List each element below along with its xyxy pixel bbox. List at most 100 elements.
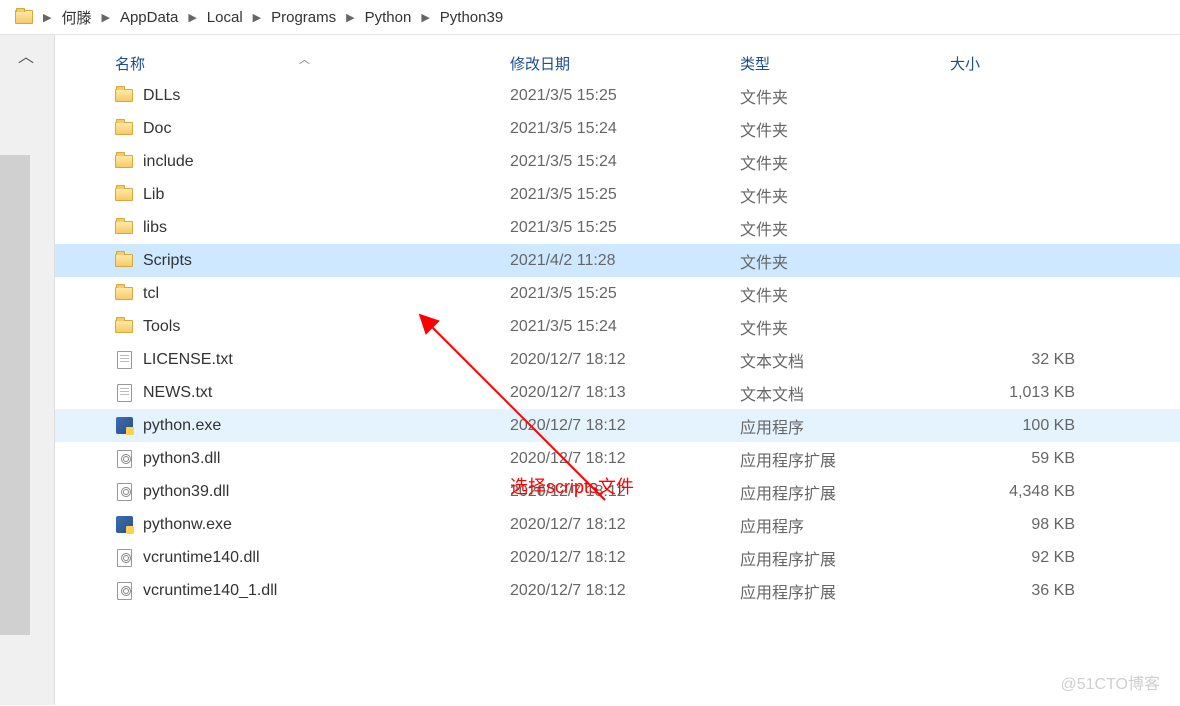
header-type[interactable]: 类型: [740, 53, 950, 74]
file-date: 2021/3/5 15:25: [510, 87, 740, 105]
file-row[interactable]: vcruntime140_1.dll 2020/12/7 18:12应用程序扩展3…: [55, 574, 1180, 607]
file-size: 32 KB: [950, 351, 1075, 369]
folder-icon: [115, 285, 133, 303]
file-type: 文件夹: [740, 216, 950, 240]
address-bar[interactable]: ▶ 何滕▶AppData▶Local▶Programs▶Python▶Pytho…: [0, 0, 1180, 35]
file-date: 2021/3/5 15:25: [510, 219, 740, 237]
file-size: 1,013 KB: [950, 384, 1075, 402]
file-date: 2020/12/7 18:12: [510, 483, 740, 501]
breadcrumb-local[interactable]: Local: [203, 0, 247, 34]
file-name: python3.dll: [143, 450, 220, 468]
file-type: 文件夹: [740, 249, 950, 273]
file-name: vcruntime140.dll: [143, 549, 260, 567]
file-date: 2020/12/7 18:12: [510, 450, 740, 468]
file-size: 36 KB: [950, 582, 1075, 600]
file-row[interactable]: libs2021/3/5 15:25文件夹: [55, 211, 1180, 244]
file-row[interactable]: Lib 2021/3/5 15:25文件夹: [55, 178, 1180, 211]
file-name: Tools: [143, 318, 180, 336]
dll-icon: [115, 483, 133, 501]
file-name: vcruntime140_1.dll: [143, 582, 277, 600]
breadcrumb-appdata[interactable]: AppData: [116, 0, 182, 34]
file-row[interactable]: Tools2021/3/5 15:24文件夹: [55, 310, 1180, 343]
file-date: 2020/12/7 18:12: [510, 549, 740, 567]
file-size: 100 KB: [950, 417, 1075, 435]
scroll-up-icon[interactable]: ︿: [18, 43, 34, 67]
chevron-right-icon[interactable]: ▶: [37, 11, 57, 24]
scroll-track-dark: [0, 155, 30, 635]
file-pane: 名称 ︿ 修改日期 类型 大小 DLLs2021/3/5 15:25文件夹Doc…: [55, 35, 1180, 705]
file-row[interactable]: include2021/3/5 15:24文件夹: [55, 145, 1180, 178]
file-name: python39.dll: [143, 483, 229, 501]
file-row[interactable]: NEWS.txt 2020/12/7 18:13文本文档1,013 KB: [55, 376, 1180, 409]
breadcrumb-programs[interactable]: Programs: [267, 0, 340, 34]
file-name: tcl: [143, 285, 159, 303]
file-name: LICENSE.txt: [143, 351, 233, 369]
file-row[interactable]: DLLs2021/3/5 15:25文件夹: [55, 79, 1180, 112]
file-date: 2020/12/7 18:13: [510, 384, 740, 402]
file-date: 2021/3/5 15:25: [510, 186, 740, 204]
file-date: 2021/3/5 15:24: [510, 318, 740, 336]
txt-icon: [115, 384, 133, 402]
file-type: 应用程序扩展: [740, 579, 950, 603]
file-row[interactable]: python3.dll 2020/12/7 18:12应用程序扩展59 KB: [55, 442, 1180, 475]
breadcrumb-python39[interactable]: Python39: [436, 0, 507, 34]
file-name: NEWS.txt: [143, 384, 212, 402]
file-size: 59 KB: [950, 450, 1075, 468]
file-name: Lib: [143, 186, 164, 204]
chevron-right-icon[interactable]: ▶: [95, 11, 115, 24]
file-type: 应用程序扩展: [740, 546, 950, 570]
file-type: 应用程序扩展: [740, 447, 950, 471]
file-size: 92 KB: [950, 549, 1075, 567]
exe-icon: [115, 516, 133, 534]
file-row[interactable]: Scripts 2021/4/2 11:28文件夹: [55, 244, 1180, 277]
folder-icon: [115, 219, 133, 237]
file-date: 2020/12/7 18:12: [510, 417, 740, 435]
file-row[interactable]: python39.dll 2020/12/7 18:12应用程序扩展4,348 K…: [55, 475, 1180, 508]
file-type: 文件夹: [740, 183, 950, 207]
file-type: 应用程序: [740, 513, 950, 537]
chevron-right-icon[interactable]: ▶: [247, 11, 267, 24]
txt-icon: [115, 351, 133, 369]
file-type: 文件夹: [740, 150, 950, 174]
chevron-right-icon[interactable]: ▶: [340, 11, 360, 24]
folder-icon: [115, 120, 133, 138]
file-size: 4,348 KB: [950, 483, 1075, 501]
file-name: python.exe: [143, 417, 221, 435]
chevron-right-icon[interactable]: ▶: [415, 11, 435, 24]
file-type: 文件夹: [740, 282, 950, 306]
column-headers: 名称 ︿ 修改日期 类型 大小: [55, 47, 1180, 79]
folder-icon: [115, 252, 133, 270]
file-row[interactable]: Doc2021/3/5 15:24文件夹: [55, 112, 1180, 145]
file-name: DLLs: [143, 87, 180, 105]
file-row[interactable]: python.exe 2020/12/7 18:12应用程序100 KB: [55, 409, 1180, 442]
watermark: @51CTO博客: [1060, 670, 1160, 694]
folder-icon: [115, 186, 133, 204]
file-type: 应用程序扩展: [740, 480, 950, 504]
exe-icon: [115, 417, 133, 435]
file-name: pythonw.exe: [143, 516, 232, 534]
breadcrumb-何滕[interactable]: 何滕: [57, 0, 95, 34]
header-name[interactable]: 名称 ︿: [55, 53, 510, 74]
file-date: 2021/4/2 11:28: [510, 252, 740, 270]
scroll-gutter[interactable]: ︿: [0, 35, 55, 705]
file-name: Scripts: [143, 252, 192, 270]
breadcrumb-python[interactable]: Python: [361, 0, 416, 34]
file-row[interactable]: LICENSE.txt2020/12/7 18:12文本文档32 KB: [55, 343, 1180, 376]
file-date: 2020/12/7 18:12: [510, 582, 740, 600]
file-name: Doc: [143, 120, 171, 138]
chevron-right-icon[interactable]: ▶: [182, 11, 202, 24]
folder-icon: [15, 10, 33, 24]
dll-icon: [115, 582, 133, 600]
dll-icon: [115, 549, 133, 567]
file-row[interactable]: pythonw.exe2020/12/7 18:12应用程序98 KB: [55, 508, 1180, 541]
file-type: 应用程序: [740, 414, 950, 438]
dll-icon: [115, 450, 133, 468]
file-type: 文件夹: [740, 117, 950, 141]
file-type: 文本文档: [740, 381, 950, 405]
header-size[interactable]: 大小: [950, 53, 1090, 74]
file-row[interactable]: tcl 2021/3/5 15:25文件夹: [55, 277, 1180, 310]
file-date: 2021/3/5 15:25: [510, 285, 740, 303]
file-row[interactable]: vcruntime140.dll 2020/12/7 18:12应用程序扩展92 …: [55, 541, 1180, 574]
folder-icon: [115, 318, 133, 336]
header-date[interactable]: 修改日期: [510, 53, 740, 74]
